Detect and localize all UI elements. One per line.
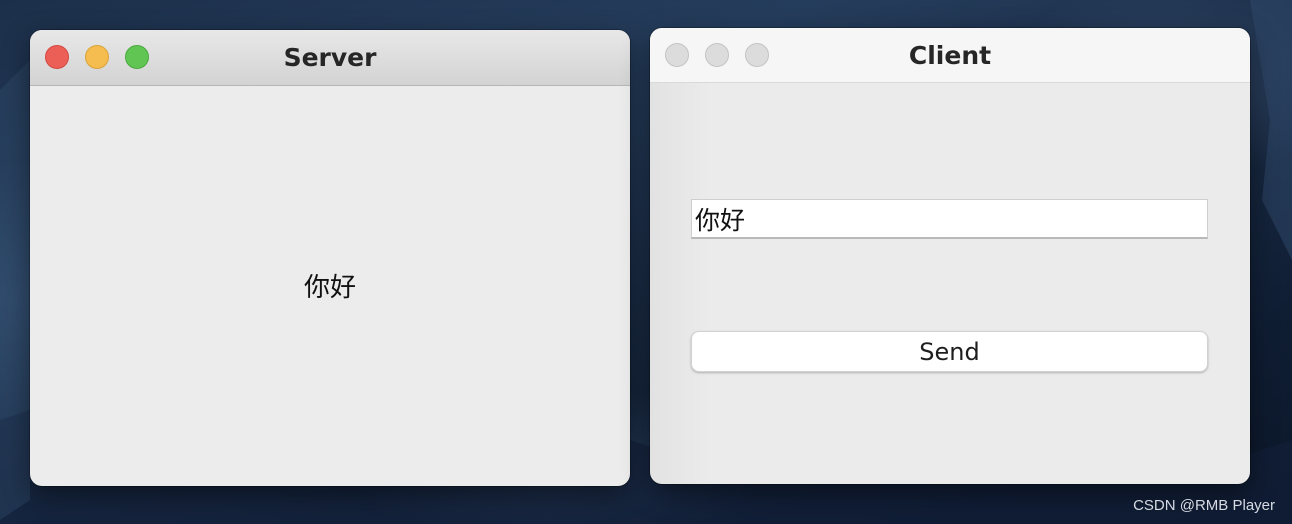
server-received-message: 你好 [303,273,356,303]
send-button[interactable]: Send [691,331,1208,372]
zoom-button[interactable] [745,43,769,67]
client-titlebar[interactable]: Client [650,28,1250,83]
server-window-title: Server [283,43,377,72]
message-input[interactable] [691,199,1208,239]
minimize-button[interactable] [705,43,729,67]
server-window: Server 你好 [30,30,630,486]
client-window-title: Client [908,40,992,70]
server-window-controls [45,45,149,69]
watermark: CSDN @RMB Player [1133,497,1275,514]
zoom-button[interactable] [125,45,149,69]
close-button[interactable] [665,43,689,67]
client-window-controls [665,43,769,67]
close-button[interactable] [45,45,69,69]
server-titlebar[interactable]: Server [30,30,630,86]
minimize-button[interactable] [85,45,109,69]
client-window: Client Send [650,28,1250,484]
